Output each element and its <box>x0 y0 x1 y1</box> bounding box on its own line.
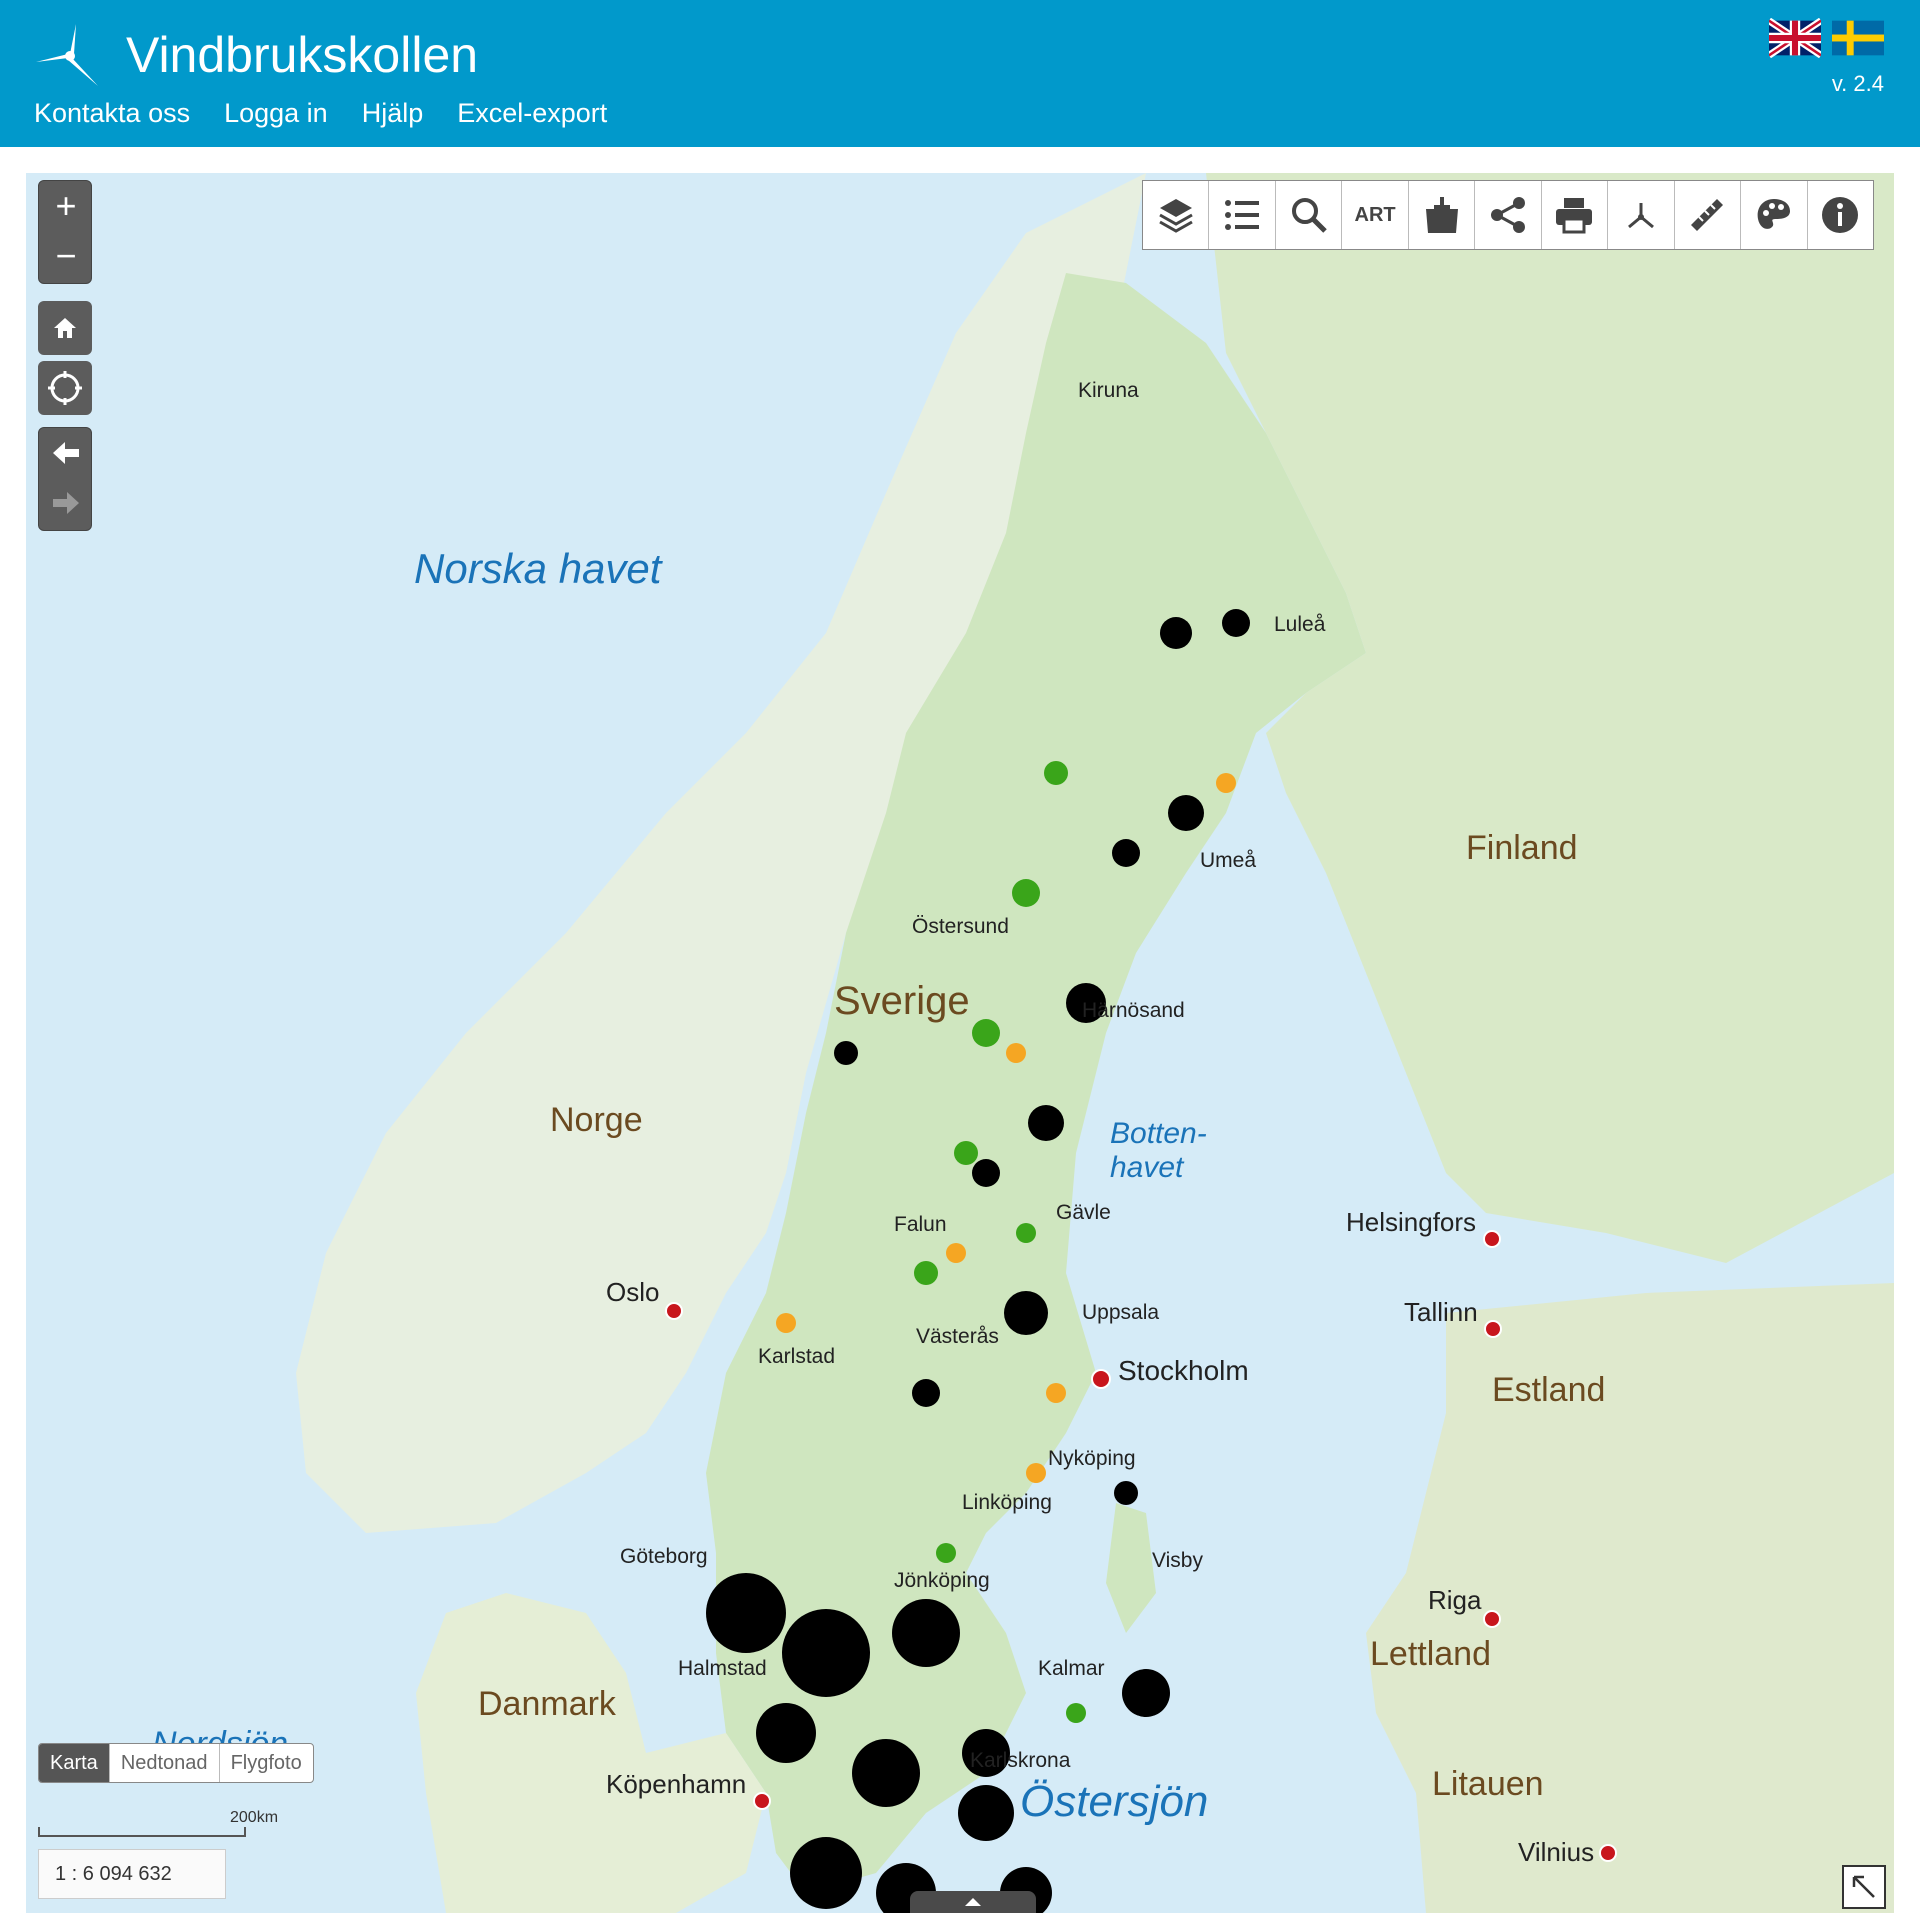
city-label-nykoping: Nyköping <box>1048 1447 1136 1470</box>
map-view[interactable]: Norska havet Botten- havet Östersjön Nor… <box>26 173 1894 1913</box>
share-tool[interactable] <box>1475 181 1542 249</box>
city-label-karlskrona: Karlskrona <box>970 1749 1071 1772</box>
city-label-harnosand: Härnösand <box>1082 999 1185 1022</box>
city-label-oslo: Oslo <box>606 1277 660 1307</box>
country-label-sverige: Sverige <box>834 979 970 1023</box>
city-label-ostersund: Östersund <box>912 915 1009 938</box>
arrow-right-icon <box>53 492 79 514</box>
city-label-vilnius: Vilnius <box>1518 1837 1595 1867</box>
main-nav: Kontakta oss Logga in Hjälp Excel-export <box>34 98 607 129</box>
version-label: v. 2.4 <box>1831 71 1884 96</box>
search-tool[interactable] <box>1276 181 1343 249</box>
chevron-up-icon <box>965 1898 981 1906</box>
expand-arrow-icon <box>1852 1875 1875 1898</box>
history-nav-controls <box>38 427 92 531</box>
city-label-kiruna: Kiruna <box>1078 379 1139 402</box>
country-label-lettland: Lettland <box>1370 1635 1491 1673</box>
city-label-falun: Falun <box>894 1213 947 1236</box>
city-label-tallinn: Tallinn <box>1404 1297 1478 1327</box>
sea-label-bottenhavet-2: havet <box>1110 1151 1184 1184</box>
city-label-lulea: Luleå <box>1274 613 1326 636</box>
scale-bar-label: 200km <box>230 1809 279 1826</box>
info-icon <box>1822 197 1859 233</box>
city-label-jonkoping: Jönköping <box>894 1569 990 1592</box>
map-toolbar: ART <box>1142 180 1874 250</box>
measure-tool[interactable] <box>1675 181 1742 249</box>
sea-label-norska-havet: Norska havet <box>414 545 662 592</box>
back-button[interactable] <box>39 428 93 478</box>
art-tool[interactable]: ART <box>1342 181 1409 249</box>
search-icon <box>1291 198 1327 233</box>
locate-button[interactable] <box>38 361 92 415</box>
city-label-umea: Umeå <box>1200 849 1257 872</box>
basemap-karta-option[interactable]: Karta <box>39 1744 110 1782</box>
add-data-icon <box>1425 197 1458 233</box>
zoom-in-button[interactable]: + <box>39 181 93 231</box>
swedish-flag-icon[interactable] <box>1832 18 1884 58</box>
coordinates-tool[interactable] <box>1608 181 1675 249</box>
arrow-left-icon <box>53 442 79 464</box>
english-flag-icon[interactable] <box>1769 18 1821 58</box>
bottom-panel-toggle[interactable] <box>910 1891 1036 1913</box>
measure-ruler-icon <box>1691 199 1724 231</box>
nav-excel-export-link[interactable]: Excel-export <box>457 98 607 129</box>
city-label-kalmar: Kalmar <box>1038 1657 1105 1680</box>
zoom-controls: + − <box>38 180 92 284</box>
print-icon <box>1556 198 1593 234</box>
app-header: Vindbrukskollen Kontakta oss Logga in Hj… <box>0 0 1920 147</box>
sea-label-bottenhavet-1: Botten- <box>1110 1117 1207 1150</box>
city-label-visby: Visby <box>1152 1549 1203 1572</box>
home-icon <box>54 318 76 338</box>
zoom-out-button[interactable]: − <box>39 231 93 281</box>
city-label-karlstad: Karlstad <box>758 1345 836 1368</box>
nav-contact-link[interactable]: Kontakta oss <box>34 98 190 129</box>
scale-ratio: 1 : 6 094 632 <box>38 1849 226 1899</box>
coordinates-xyz-icon <box>1627 203 1654 229</box>
legend-list-icon <box>1225 200 1260 230</box>
print-tool[interactable] <box>1542 181 1609 249</box>
country-label-norge: Norge <box>550 1101 643 1139</box>
basemap-switcher: Karta Nedtonad Flygfoto <box>38 1743 314 1783</box>
share-icon <box>1490 197 1525 233</box>
country-label-estland: Estland <box>1492 1371 1606 1409</box>
style-tool[interactable] <box>1741 181 1808 249</box>
crosshair-icon <box>48 371 82 405</box>
city-label-stockholm: Stockholm <box>1118 1355 1249 1386</box>
sea-label-ostersjon: Östersjön <box>1020 1777 1209 1826</box>
city-label-halmstad: Halmstad <box>678 1657 767 1680</box>
scale-bar <box>38 1827 246 1837</box>
city-label-vasteras: Västerås <box>916 1325 999 1348</box>
country-label-finland: Finland <box>1466 829 1578 867</box>
city-label-uppsala: Uppsala <box>1082 1301 1160 1324</box>
basemap-flygfoto-option[interactable]: Flygfoto <box>220 1744 313 1782</box>
city-label-kopenhamn: Köpenhamn <box>606 1769 747 1799</box>
legend-tool[interactable] <box>1209 181 1276 249</box>
nav-help-link[interactable]: Hjälp <box>362 98 424 129</box>
home-button[interactable] <box>38 301 92 355</box>
city-label-gavle: Gävle <box>1056 1201 1111 1224</box>
nav-login-link[interactable]: Logga in <box>224 98 328 129</box>
app-title[interactable]: Vindbrukskollen <box>126 26 478 84</box>
add-data-tool[interactable] <box>1409 181 1476 249</box>
info-tool[interactable] <box>1808 181 1873 249</box>
fullscreen-button[interactable] <box>1842 1865 1886 1909</box>
country-label-litauen: Litauen <box>1432 1765 1544 1803</box>
city-label-helsingfors: Helsingfors <box>1346 1207 1477 1237</box>
layers-tool[interactable] <box>1143 181 1210 249</box>
city-label-goteborg: Göteborg <box>620 1545 708 1568</box>
forward-button[interactable] <box>39 478 93 528</box>
wind-turbine-logo-icon[interactable] <box>32 20 104 92</box>
city-label-riga: Riga <box>1428 1585 1482 1615</box>
style-palette-icon <box>1757 199 1790 229</box>
city-label-linkoping: Linköping <box>962 1491 1052 1514</box>
country-label-danmark: Danmark <box>478 1685 616 1723</box>
basemap-nedtonad-option[interactable]: Nedtonad <box>110 1744 220 1782</box>
layers-icon <box>1158 199 1193 233</box>
map-canvas[interactable] <box>26 173 1894 1913</box>
